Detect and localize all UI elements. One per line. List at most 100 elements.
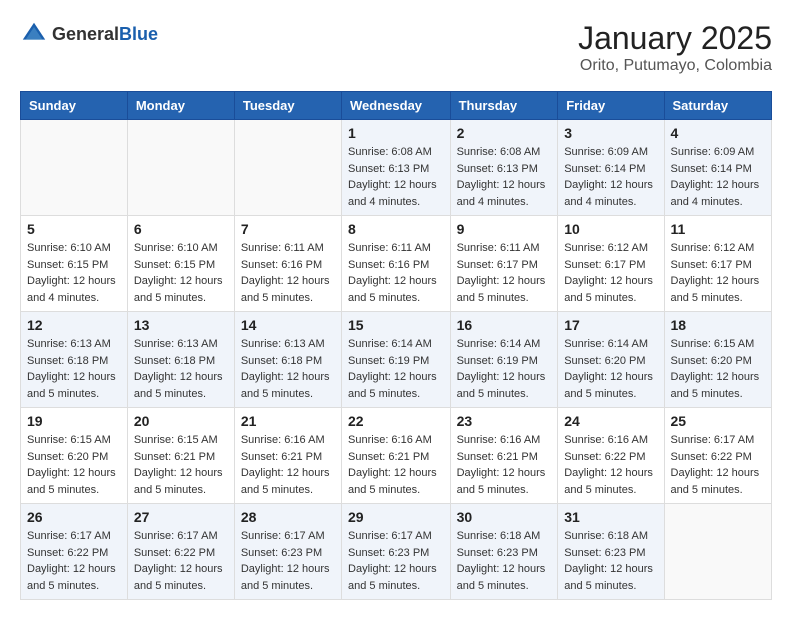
day-info: Sunrise: 6:16 AMSunset: 6:21 PMDaylight:…: [457, 432, 552, 498]
day-number: 24: [564, 413, 657, 429]
calendar-header-row: SundayMondayTuesdayWednesdayThursdayFrid…: [21, 92, 772, 120]
month-title: January 2025: [578, 20, 772, 57]
day-info: Sunrise: 6:17 AMSunset: 6:22 PMDaylight:…: [671, 432, 765, 498]
day-info: Sunrise: 6:17 AMSunset: 6:23 PMDaylight:…: [241, 528, 335, 594]
title-area: January 2025 Orito, Putumayo, Colombia: [578, 20, 772, 75]
weekday-header-saturday: Saturday: [664, 92, 771, 120]
logo-general-text: General: [52, 24, 119, 44]
calendar-cell: 4 Sunrise: 6:09 AMSunset: 6:14 PMDaylight…: [664, 120, 771, 216]
day-info: Sunrise: 6:17 AMSunset: 6:23 PMDaylight:…: [348, 528, 444, 594]
day-info: Sunrise: 6:08 AMSunset: 6:13 PMDaylight:…: [457, 144, 552, 210]
day-info: Sunrise: 6:17 AMSunset: 6:22 PMDaylight:…: [134, 528, 228, 594]
day-info: Sunrise: 6:13 AMSunset: 6:18 PMDaylight:…: [27, 336, 121, 402]
calendar-cell: 30 Sunrise: 6:18 AMSunset: 6:23 PMDayligh…: [450, 504, 558, 600]
logo-blue-text: Blue: [119, 24, 158, 44]
day-info: Sunrise: 6:18 AMSunset: 6:23 PMDaylight:…: [457, 528, 552, 594]
day-info: Sunrise: 6:11 AMSunset: 6:16 PMDaylight:…: [348, 240, 444, 306]
day-number: 4: [671, 125, 765, 141]
day-number: 11: [671, 221, 765, 237]
weekday-header-thursday: Thursday: [450, 92, 558, 120]
day-info: Sunrise: 6:14 AMSunset: 6:20 PMDaylight:…: [564, 336, 657, 402]
calendar-cell: 27 Sunrise: 6:17 AMSunset: 6:22 PMDayligh…: [127, 504, 234, 600]
calendar-cell: 11 Sunrise: 6:12 AMSunset: 6:17 PMDayligh…: [664, 216, 771, 312]
calendar-week-row: 19Sunrise: 6:15 AMSunset: 6:20 PMDayligh…: [21, 408, 772, 504]
day-number: 27: [134, 509, 228, 525]
calendar-cell: 3 Sunrise: 6:09 AMSunset: 6:14 PMDaylight…: [558, 120, 664, 216]
calendar-cell: 15 Sunrise: 6:14 AMSunset: 6:19 PMDayligh…: [342, 312, 451, 408]
day-info: Sunrise: 6:15 AMSunset: 6:20 PMDaylight:…: [671, 336, 765, 402]
day-number: 10: [564, 221, 657, 237]
day-number: 28: [241, 509, 335, 525]
calendar-cell: 8 Sunrise: 6:11 AMSunset: 6:16 PMDaylight…: [342, 216, 451, 312]
calendar-cell: 24Sunrise: 6:16 AMSunset: 6:22 PMDayligh…: [558, 408, 664, 504]
calendar-week-row: 26 Sunrise: 6:17 AMSunset: 6:22 PMDayligh…: [21, 504, 772, 600]
day-number: 26: [27, 509, 121, 525]
calendar-cell: [664, 504, 771, 600]
day-number: 15: [348, 317, 444, 333]
page-header: GeneralBlue January 2025 Orito, Putumayo…: [20, 20, 772, 75]
weekday-header-wednesday: Wednesday: [342, 92, 451, 120]
calendar-cell: 19Sunrise: 6:15 AMSunset: 6:20 PMDayligh…: [21, 408, 128, 504]
day-number: 1: [348, 125, 444, 141]
calendar-cell: 21Sunrise: 6:16 AMSunset: 6:21 PMDayligh…: [234, 408, 341, 504]
day-number: 7: [241, 221, 335, 237]
calendar-cell: [127, 120, 234, 216]
calendar-week-row: 12Sunrise: 6:13 AMSunset: 6:18 PMDayligh…: [21, 312, 772, 408]
calendar-cell: 13 Sunrise: 6:13 AMSunset: 6:18 PMDayligh…: [127, 312, 234, 408]
day-number: 25: [671, 413, 765, 429]
day-info: Sunrise: 6:08 AMSunset: 6:13 PMDaylight:…: [348, 144, 444, 210]
day-number: 21: [241, 413, 335, 429]
day-info: Sunrise: 6:09 AMSunset: 6:14 PMDaylight:…: [564, 144, 657, 210]
weekday-header-monday: Monday: [127, 92, 234, 120]
day-info: Sunrise: 6:11 AMSunset: 6:16 PMDaylight:…: [241, 240, 335, 306]
day-number: 5: [27, 221, 121, 237]
calendar-cell: 5 Sunrise: 6:10 AMSunset: 6:15 PMDaylight…: [21, 216, 128, 312]
day-number: 6: [134, 221, 228, 237]
day-info: Sunrise: 6:14 AMSunset: 6:19 PMDaylight:…: [348, 336, 444, 402]
calendar-cell: 12Sunrise: 6:13 AMSunset: 6:18 PMDayligh…: [21, 312, 128, 408]
calendar-cell: 22Sunrise: 6:16 AMSunset: 6:21 PMDayligh…: [342, 408, 451, 504]
day-number: 20: [134, 413, 228, 429]
calendar-table: SundayMondayTuesdayWednesdayThursdayFrid…: [20, 91, 772, 600]
weekday-header-sunday: Sunday: [21, 92, 128, 120]
calendar-week-row: 5 Sunrise: 6:10 AMSunset: 6:15 PMDaylight…: [21, 216, 772, 312]
day-info: Sunrise: 6:10 AMSunset: 6:15 PMDaylight:…: [27, 240, 121, 306]
day-number: 18: [671, 317, 765, 333]
day-number: 19: [27, 413, 121, 429]
logo: GeneralBlue: [20, 20, 158, 48]
day-info: Sunrise: 6:13 AMSunset: 6:18 PMDaylight:…: [134, 336, 228, 402]
logo-icon: [20, 20, 48, 48]
day-number: 17: [564, 317, 657, 333]
calendar-cell: 26 Sunrise: 6:17 AMSunset: 6:22 PMDayligh…: [21, 504, 128, 600]
calendar-week-row: 1 Sunrise: 6:08 AMSunset: 6:13 PMDaylight…: [21, 120, 772, 216]
day-number: 16: [457, 317, 552, 333]
day-info: Sunrise: 6:12 AMSunset: 6:17 PMDaylight:…: [671, 240, 765, 306]
day-number: 23: [457, 413, 552, 429]
calendar-cell: 2Sunrise: 6:08 AMSunset: 6:13 PMDaylight…: [450, 120, 558, 216]
calendar-cell: 1 Sunrise: 6:08 AMSunset: 6:13 PMDaylight…: [342, 120, 451, 216]
calendar-cell: 6 Sunrise: 6:10 AMSunset: 6:15 PMDaylight…: [127, 216, 234, 312]
day-info: Sunrise: 6:11 AMSunset: 6:17 PMDaylight:…: [457, 240, 552, 306]
day-number: 9: [457, 221, 552, 237]
weekday-header-friday: Friday: [558, 92, 664, 120]
day-info: Sunrise: 6:17 AMSunset: 6:22 PMDaylight:…: [27, 528, 121, 594]
calendar-cell: 25 Sunrise: 6:17 AMSunset: 6:22 PMDayligh…: [664, 408, 771, 504]
calendar-cell: 29Sunrise: 6:17 AMSunset: 6:23 PMDayligh…: [342, 504, 451, 600]
calendar-cell: 18 Sunrise: 6:15 AMSunset: 6:20 PMDayligh…: [664, 312, 771, 408]
day-number: 30: [457, 509, 552, 525]
day-number: 22: [348, 413, 444, 429]
day-info: Sunrise: 6:15 AMSunset: 6:21 PMDaylight:…: [134, 432, 228, 498]
calendar-cell: 23 Sunrise: 6:16 AMSunset: 6:21 PMDayligh…: [450, 408, 558, 504]
calendar-cell: 20 Sunrise: 6:15 AMSunset: 6:21 PMDayligh…: [127, 408, 234, 504]
day-number: 8: [348, 221, 444, 237]
calendar-cell: [234, 120, 341, 216]
calendar-cell: 7 Sunrise: 6:11 AMSunset: 6:16 PMDaylight…: [234, 216, 341, 312]
day-info: Sunrise: 6:10 AMSunset: 6:15 PMDaylight:…: [134, 240, 228, 306]
day-number: 13: [134, 317, 228, 333]
day-number: 3: [564, 125, 657, 141]
day-info: Sunrise: 6:14 AMSunset: 6:19 PMDaylight:…: [457, 336, 552, 402]
day-number: 14: [241, 317, 335, 333]
day-info: Sunrise: 6:09 AMSunset: 6:14 PMDaylight:…: [671, 144, 765, 210]
calendar-cell: 28 Sunrise: 6:17 AMSunset: 6:23 PMDayligh…: [234, 504, 341, 600]
day-info: Sunrise: 6:18 AMSunset: 6:23 PMDaylight:…: [564, 528, 657, 594]
